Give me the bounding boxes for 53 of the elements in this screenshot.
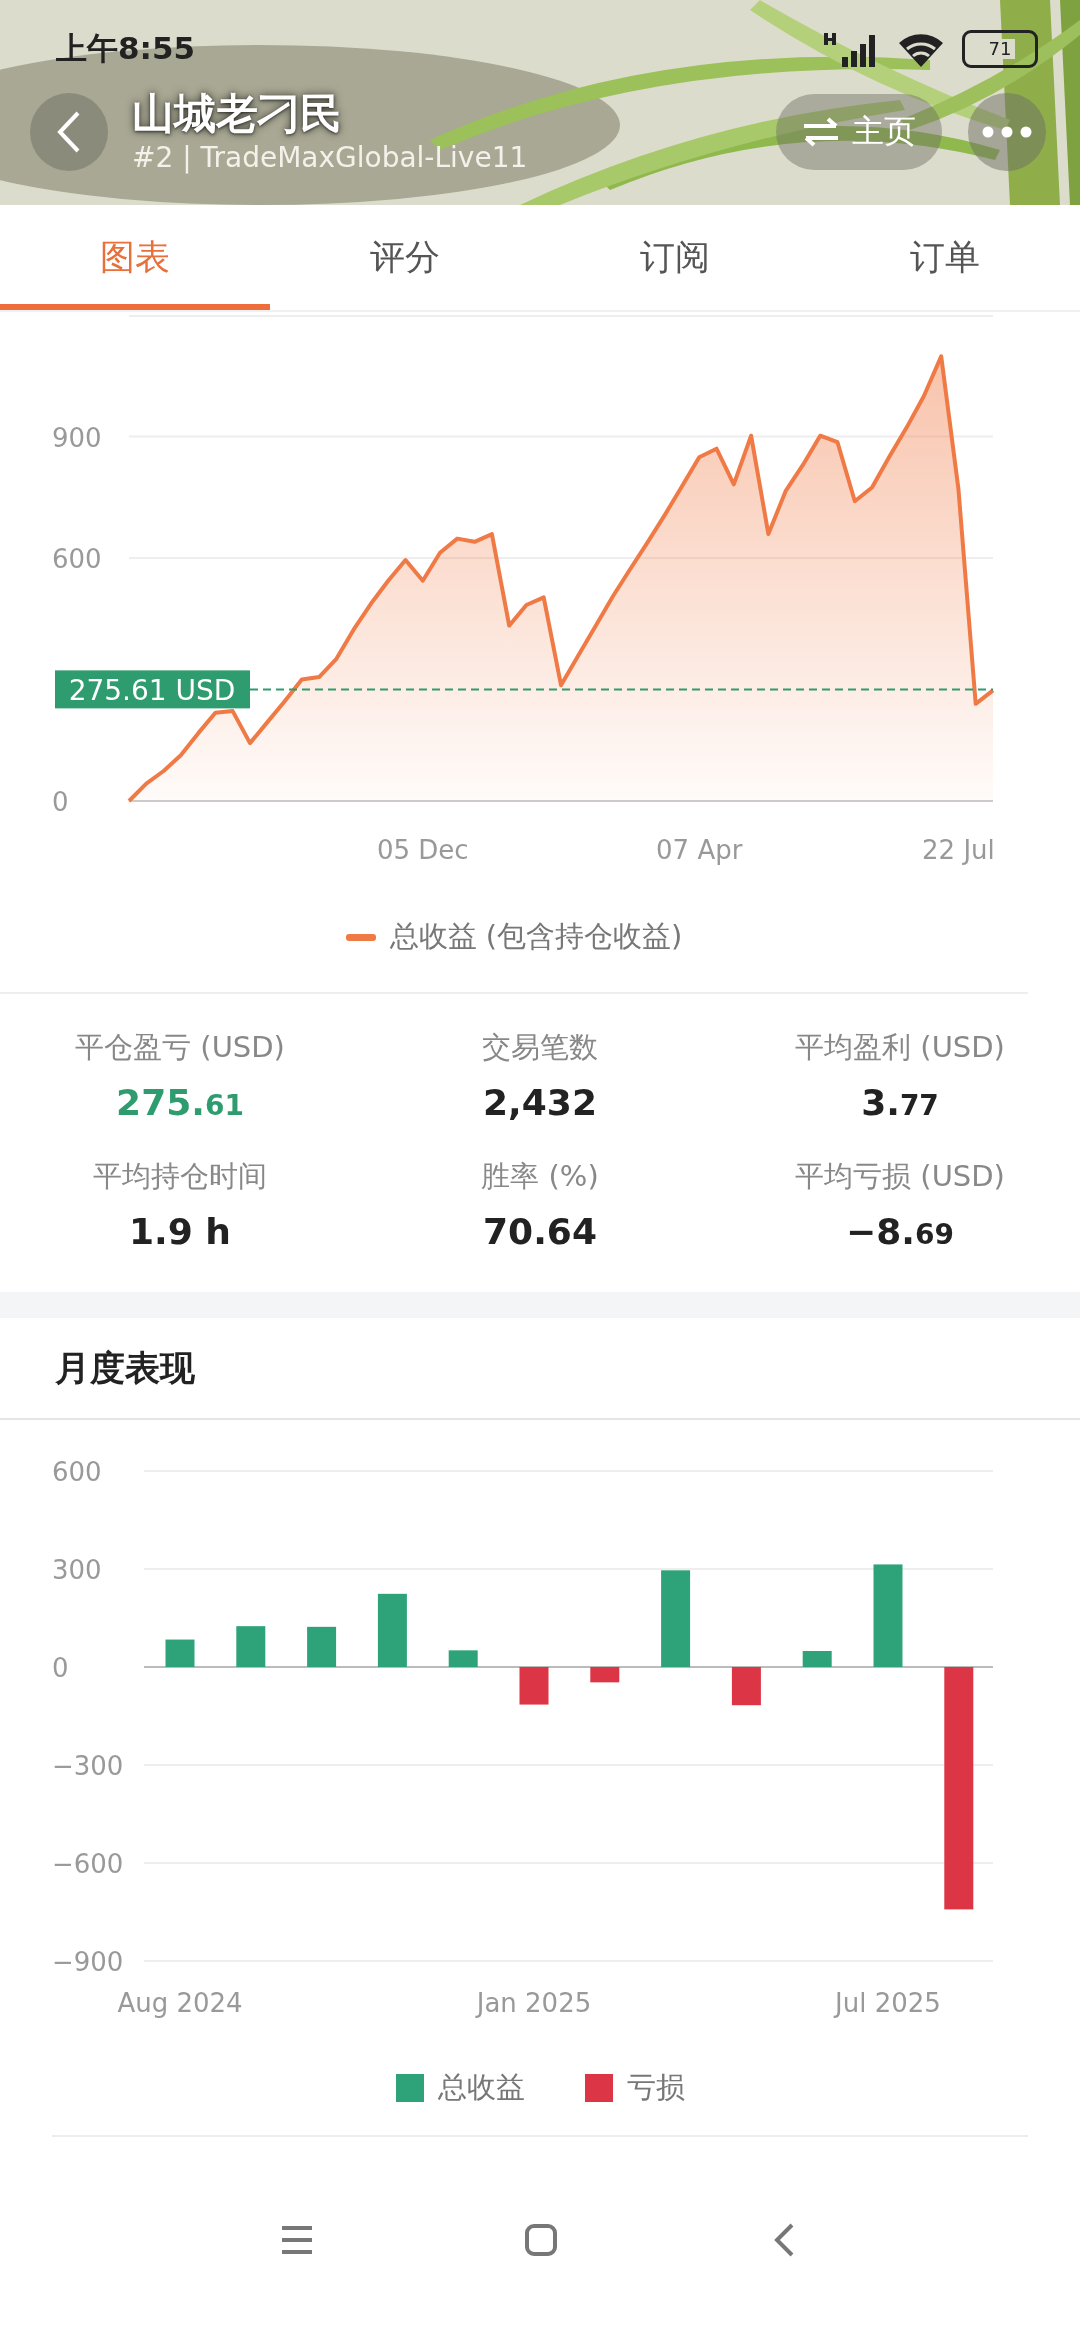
stat-value: −8.69 [846,1211,954,1252]
account-subtitle: #2 | TradeMaxGlobal-Live11 [132,140,529,176]
stat-label: 平均亏损 (USD) [795,1158,1005,1195]
status-time: 上午8:55 [56,29,196,68]
legend-label: 总收益 [437,2068,525,2106]
bar [590,1667,620,1683]
axis-label: 22 Jul [922,835,995,865]
legend-swatch [584,2073,613,2102]
axis-label: Aug 2024 [117,1988,243,2018]
account-title: 山城老刁民 [132,88,343,140]
legend-label: 总收益 (包含持仓收益) [389,918,683,955]
bar [731,1667,761,1706]
axis-label: −600 [52,1849,124,1879]
ref-line-label: 275.61 USD [68,674,236,708]
stat-value: 3.77 [861,1082,939,1123]
axis-label: 07 Apr [656,835,743,865]
axis-label: 0 [52,787,69,817]
stat-label: 交易笔数 [482,1029,598,1066]
axis-label: 0 [52,1653,69,1683]
legend-swatch [395,2073,424,2102]
stat-label: 平均盈利 (USD) [795,1029,1005,1066]
stat-value: 2,432 [483,1082,597,1123]
stat-label: 胜率 (%) [481,1158,599,1195]
axis-label: −300 [52,1751,124,1781]
axis-label: 600 [52,1457,102,1487]
bar [307,1626,337,1667]
menu-icon[interactable] [280,2225,314,2255]
axis-label: −900 [52,1947,124,1977]
swap-icon [802,117,840,147]
stat-label: 平均持仓时间 [93,1158,267,1195]
axis-label: 05 Dec [376,835,469,865]
more-icon [982,126,1032,138]
legend-line-icon [345,933,376,941]
bar [236,1626,266,1667]
bar [165,1639,195,1667]
stat-label: 平仓盈亏 (USD) [75,1029,285,1066]
bar [802,1651,832,1667]
axis-label: 300 [52,1555,102,1585]
bar [448,1650,478,1667]
stat-value: 275.61 [116,1082,244,1123]
battery-icon: 71 [962,30,1038,68]
stat-value: 1.9 h [129,1211,231,1252]
axis-label: 600 [52,544,102,574]
back-icon[interactable] [773,2222,795,2258]
axis-label: 900 [52,422,102,453]
axis-label: Jul 2025 [835,1988,941,2018]
bar [519,1667,549,1705]
stat-value: 70.64 [483,1211,597,1252]
axis-label: Jan 2025 [476,1988,592,2018]
value-tag: 275.61 USD [55,670,250,709]
home-icon[interactable] [524,2223,558,2257]
section-title: 月度表现 [55,1346,195,1390]
legend-label: 亏损 [626,2068,685,2106]
